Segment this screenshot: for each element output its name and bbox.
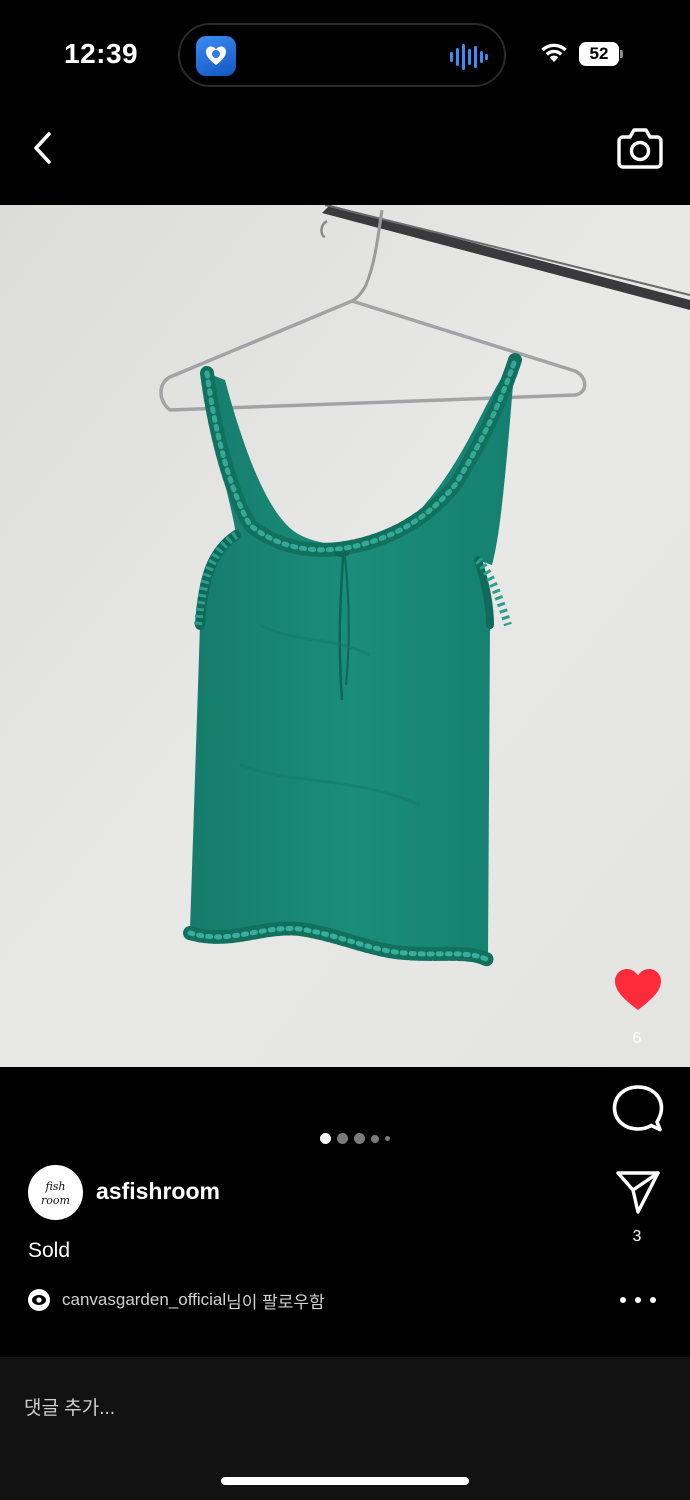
author-username[interactable]: asfishroom xyxy=(96,1178,220,1205)
carousel-indicator xyxy=(320,1133,390,1144)
camera-icon xyxy=(617,128,663,169)
share-count: 3 xyxy=(632,1228,642,1245)
home-indicator[interactable] xyxy=(221,1477,469,1485)
followed-by-account[interactable]: canvasgarden_official xyxy=(62,1290,226,1310)
battery-tip xyxy=(620,50,623,58)
comment-bar: 댓글 추가... xyxy=(0,1357,690,1500)
more-dot xyxy=(650,1297,656,1303)
share-button[interactable] xyxy=(614,1168,662,1216)
chevron-left-icon xyxy=(34,132,51,164)
post-caption: Sold xyxy=(28,1239,71,1262)
author-avatar[interactable]: fish room xyxy=(28,1165,83,1220)
comment-icon xyxy=(612,1085,664,1132)
more-dot xyxy=(620,1297,626,1303)
svg-text:room: room xyxy=(41,1194,70,1207)
fishroom-logo: fish room xyxy=(41,1180,70,1207)
dynamic-island[interactable] xyxy=(178,23,506,87)
heart-icon xyxy=(615,969,661,1010)
post-photo[interactable] xyxy=(0,205,690,1067)
battery-level: 52 xyxy=(579,42,619,66)
followed-by-suffix: 님이 팔로우함 xyxy=(226,1292,325,1312)
audio-waveform-icon xyxy=(450,43,488,76)
status-bar: 12:39 52 xyxy=(0,0,690,105)
account-logo-icon xyxy=(28,1289,50,1311)
carousel-dot xyxy=(385,1136,390,1141)
carousel-dot-active xyxy=(320,1133,331,1144)
status-time: 12:39 xyxy=(64,38,139,69)
camera-button[interactable] xyxy=(615,125,665,171)
paper-plane-icon xyxy=(616,1171,660,1214)
comment-button[interactable] xyxy=(612,1084,664,1134)
post-image xyxy=(0,205,690,1067)
carousel-dot xyxy=(354,1133,365,1144)
more-dot xyxy=(635,1297,641,1303)
wifi-icon xyxy=(540,41,568,68)
comment-input[interactable]: 댓글 추가... xyxy=(24,1393,115,1420)
battery-indicator: 52 xyxy=(579,42,623,66)
svg-text:fish: fish xyxy=(44,1180,65,1193)
like-count[interactable]: 6 xyxy=(617,1030,657,1048)
like-button[interactable] xyxy=(612,966,664,1014)
app-logo-icon xyxy=(196,36,236,76)
more-options-button[interactable] xyxy=(620,1290,656,1310)
followed-by-row[interactable]: canvasgarden_official 님이 팔로우함 xyxy=(28,1288,325,1312)
carousel-dot xyxy=(371,1134,379,1143)
carousel-dot xyxy=(337,1133,348,1144)
back-button[interactable] xyxy=(24,128,60,168)
